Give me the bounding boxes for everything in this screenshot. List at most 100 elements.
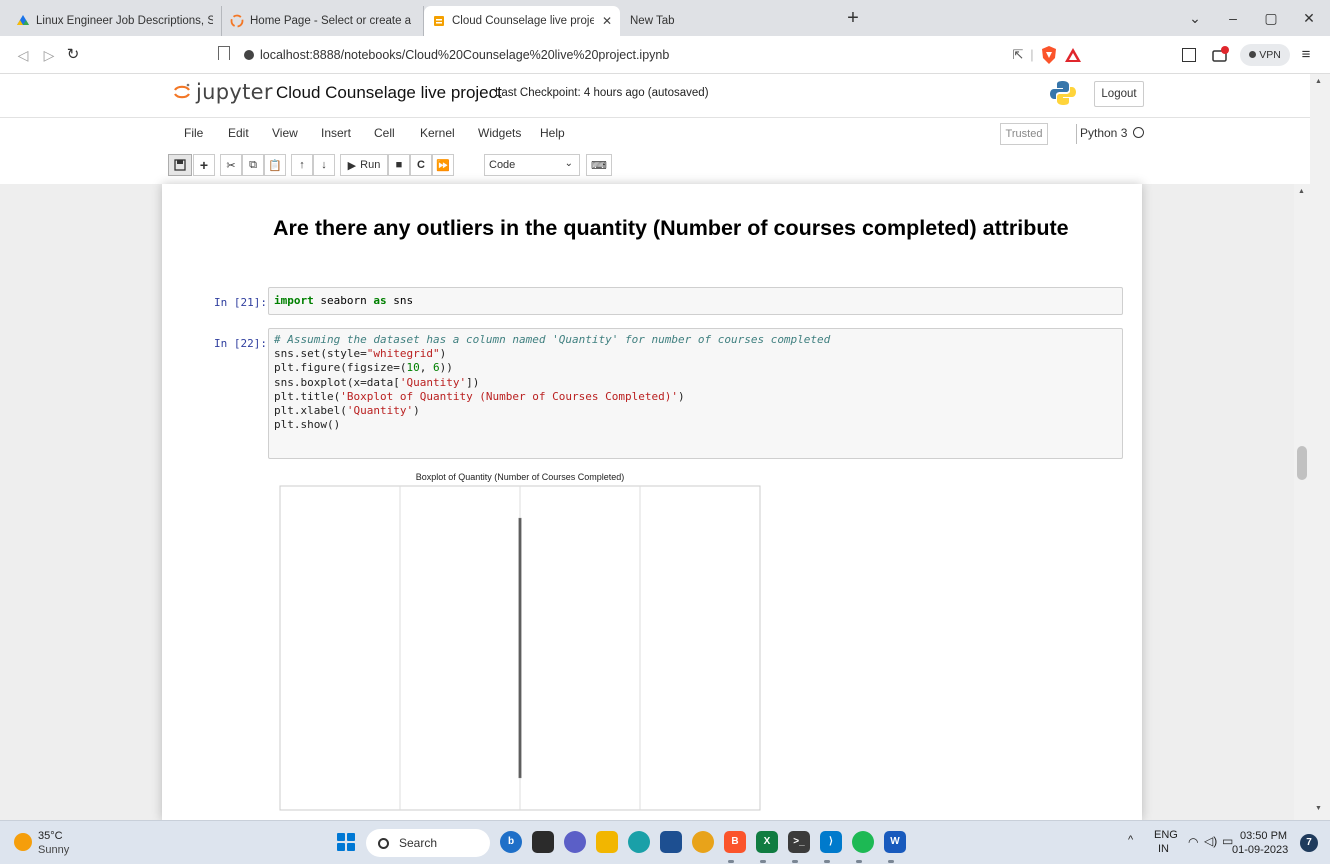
- scroll-up-icon[interactable]: ▲: [1298, 188, 1305, 195]
- divider: |: [1030, 47, 1034, 62]
- menu-help[interactable]: Help: [540, 126, 565, 140]
- google-drive-icon: [17, 15, 29, 25]
- browser-tab-jupyter-home[interactable]: Home Page - Select or create a notebo: [222, 6, 424, 36]
- running-indicator: [792, 860, 798, 863]
- start-button[interactable]: [337, 833, 355, 851]
- boxplot-chart: [279, 485, 761, 811]
- close-window-button[interactable]: ✕: [1290, 0, 1328, 36]
- menu-icon[interactable]: ≡: [1296, 45, 1316, 65]
- restart-run-all-button[interactable]: ⏩: [432, 154, 454, 176]
- insert-cell-button[interactable]: +: [193, 154, 215, 176]
- sun-icon[interactable]: [14, 833, 32, 851]
- edge-icon[interactable]: [628, 831, 650, 853]
- weather-description[interactable]: Sunny: [38, 844, 69, 856]
- chrome-icon[interactable]: [692, 831, 714, 853]
- command-palette-button[interactable]: ⌨: [586, 154, 612, 176]
- code-keyword: as: [373, 294, 387, 307]
- code-line: plt.figure(figsize=(10, 6)): [274, 361, 453, 375]
- browser-tab-linux-engineer[interactable]: Linux Engineer Job Descriptions, Salari: [8, 6, 222, 36]
- spotify-icon[interactable]: [852, 831, 874, 853]
- kernel-idle-icon: [1133, 127, 1144, 138]
- language-indicator[interactable]: ENG: [1154, 829, 1178, 841]
- minimize-button[interactable]: –: [1214, 0, 1252, 36]
- notification-badge[interactable]: 7: [1300, 834, 1318, 852]
- menu-edit[interactable]: Edit: [228, 126, 249, 140]
- cell-prompt: In [21]:: [214, 296, 267, 309]
- store-icon[interactable]: [660, 831, 682, 853]
- scroll-down-icon[interactable]: ▼: [1315, 805, 1322, 812]
- wallet-icon[interactable]: [1210, 45, 1230, 65]
- notebook-favicon-icon: [434, 16, 444, 26]
- scrollbar-thumb[interactable]: [1297, 446, 1307, 480]
- url-field[interactable]: localhost:8888/notebooks/Cloud%20Counsel…: [244, 44, 1004, 66]
- notebook-name[interactable]: Cloud Counselage live project: [276, 83, 502, 103]
- cell-type-select[interactable]: Code ⌄: [484, 154, 580, 176]
- menu-kernel[interactable]: Kernel: [420, 126, 455, 140]
- tab-search-icon[interactable]: ⌄: [1176, 0, 1214, 36]
- notebook-scrollbar[interactable]: ▲: [1294, 184, 1310, 820]
- browser-tab-cloud-counselage[interactable]: Cloud Counselage live project - Ju ✕: [424, 6, 620, 36]
- save-icon: [174, 159, 186, 171]
- word-icon[interactable]: W: [884, 831, 906, 853]
- restart-button[interactable]: C: [410, 154, 432, 176]
- code-cell-input[interactable]: # Assuming the dataset has a column name…: [268, 328, 1123, 459]
- task-view-icon[interactable]: [532, 831, 554, 853]
- code-keyword: import: [274, 294, 314, 307]
- menu-view[interactable]: View: [272, 126, 298, 140]
- new-tab-button[interactable]: +: [840, 5, 866, 31]
- back-button[interactable]: ◁: [12, 44, 34, 66]
- url-text: localhost:8888/notebooks/Cloud%20Counsel…: [260, 48, 670, 62]
- teams-chat-icon[interactable]: [564, 831, 586, 853]
- vscode-icon[interactable]: ⟩: [820, 831, 842, 853]
- bookmark-icon[interactable]: [218, 46, 230, 60]
- menu-insert[interactable]: Insert: [321, 126, 351, 140]
- clock-time[interactable]: 03:50 PM: [1240, 830, 1287, 842]
- sidebar-icon[interactable]: [1182, 48, 1196, 62]
- wifi-icon[interactable]: ◠: [1188, 835, 1198, 849]
- weather-temperature[interactable]: 35°C: [38, 830, 63, 842]
- paste-button[interactable]: 📋: [264, 154, 286, 176]
- reload-icon[interactable]: ↻: [62, 44, 84, 66]
- bing-icon[interactable]: b: [500, 831, 522, 853]
- copy-button[interactable]: ⧉: [242, 154, 264, 176]
- restore-button[interactable]: ▢: [1252, 0, 1290, 36]
- taskbar-search[interactable]: Search: [366, 829, 490, 857]
- code-cell-input[interactable]: import seaborn as sns: [268, 287, 1123, 315]
- code-line: sns.boxplot(x=data['Quantity']): [274, 375, 480, 389]
- trusted-indicator[interactable]: Trusted: [1000, 123, 1048, 145]
- kernel-name[interactable]: Python 3: [1080, 126, 1127, 140]
- clock-date[interactable]: 01-09-2023: [1232, 844, 1288, 856]
- markdown-heading[interactable]: Are there any outliers in the quantity (…: [273, 216, 1103, 241]
- move-down-button[interactable]: ↓: [313, 154, 335, 176]
- brave-icon[interactable]: B: [724, 831, 746, 853]
- vpn-button[interactable]: VPN: [1240, 44, 1290, 66]
- page-scrollbar[interactable]: ▲ ▼: [1310, 74, 1330, 820]
- brave-shield-icon[interactable]: [1040, 45, 1058, 65]
- forward-button[interactable]: ▷: [38, 44, 60, 66]
- move-up-button[interactable]: ↑: [291, 154, 313, 176]
- jupyter-logo-icon[interactable]: [172, 82, 192, 102]
- tray-overflow-icon[interactable]: ^: [1128, 834, 1133, 846]
- file-explorer-icon[interactable]: [596, 831, 618, 853]
- excel-icon[interactable]: X: [756, 831, 778, 853]
- jupyter-logo-text: jupyter: [196, 80, 273, 104]
- volume-icon[interactable]: ◁): [1204, 834, 1217, 848]
- share-icon[interactable]: ⇱: [1008, 45, 1028, 65]
- browser-tab-new-tab[interactable]: New Tab: [622, 6, 692, 36]
- menu-cell[interactable]: Cell: [374, 126, 395, 140]
- vpn-label: VPN: [1259, 49, 1281, 61]
- run-button[interactable]: ▶ Run: [340, 154, 388, 176]
- close-tab-icon[interactable]: ✕: [602, 14, 612, 28]
- logout-button[interactable]: Logout: [1094, 81, 1144, 107]
- terminal-icon[interactable]: >_: [788, 831, 810, 853]
- brave-rewards-icon[interactable]: [1064, 45, 1082, 65]
- plus-icon: +: [199, 157, 209, 173]
- cut-button[interactable]: ✂: [220, 154, 242, 176]
- save-button[interactable]: [168, 154, 192, 176]
- menu-widgets[interactable]: Widgets: [478, 126, 521, 140]
- scroll-up-icon[interactable]: ▲: [1315, 78, 1322, 85]
- region-indicator[interactable]: IN: [1158, 843, 1169, 855]
- menu-file[interactable]: File: [184, 126, 203, 140]
- site-info-icon[interactable]: [244, 50, 254, 60]
- interrupt-button[interactable]: ■: [388, 154, 410, 176]
